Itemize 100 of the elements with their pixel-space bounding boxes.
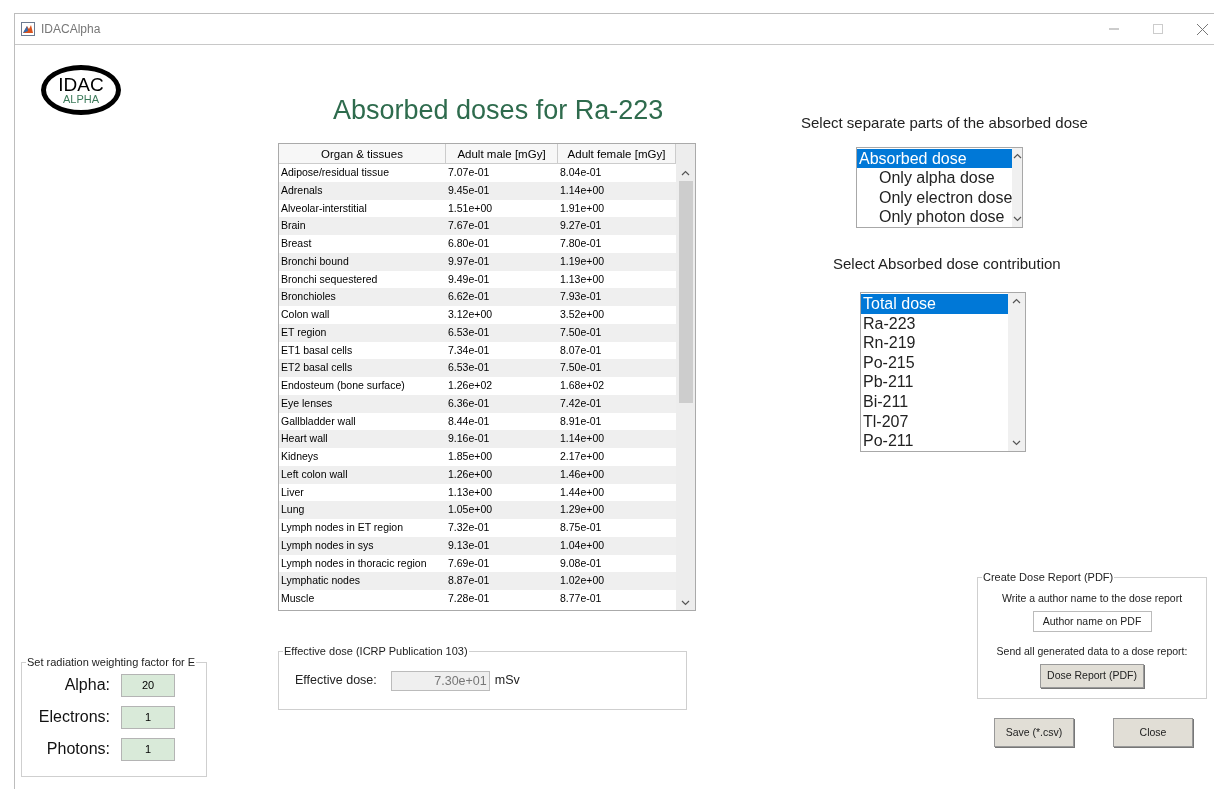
- app-icon: [21, 22, 35, 36]
- list-item[interactable]: Only electron dose: [857, 187, 1013, 208]
- scroll-down-icon[interactable]: [1012, 440, 1021, 446]
- list-box[interactable]: Absorbed dose Only alpha dose Only electron dose Only photon dose: [856, 146, 1023, 228]
- table-cell-text: 7.32e-01: [447, 520, 491, 535]
- table-cell-text: 2.17e+00: [559, 449, 606, 464]
- table-cell-text: Adipose/residual tissue: [280, 165, 390, 180]
- table-cell-text: Bronchi sequestered: [280, 271, 379, 287]
- list-item[interactable]: Tl-207: [861, 411, 1008, 432]
- table-cell-text: 1.13e+00: [559, 271, 606, 287]
- scrollbar[interactable]: [1008, 293, 1025, 451]
- list-box[interactable]: Total dose Ra-223 Rn-219 Po-215 Pb-211 Bi-211 Tl-207 Po-211: [860, 292, 1026, 452]
- table-cell-text: Eye lenses: [280, 395, 334, 411]
- field-label: Electrons:: [37, 707, 110, 727]
- scroll-up-icon[interactable]: [681, 170, 690, 176]
- list-item[interactable]: Po-215: [861, 352, 1008, 373]
- report-prompt: Send all generated data to a dose report:: [996, 643, 1188, 659]
- table-cell-text: 7.93e-01: [559, 289, 603, 305]
- list-item[interactable]: Rn-219: [861, 333, 1008, 353]
- table-cell-text: Lymph nodes in sys: [280, 537, 375, 553]
- table-cell-text: Lymphatic nodes: [280, 573, 361, 589]
- table-cell-text: 1.51e+00: [447, 200, 494, 216]
- table-cell-text: 1.02e+00: [559, 573, 606, 589]
- table-cell-text: 1.68e+02: [559, 378, 606, 393]
- table-cell-text: Kidneys: [280, 449, 320, 464]
- table-cell-text: 9.49e-01: [447, 271, 491, 287]
- table-cell-text: 1.91e+00: [559, 200, 606, 216]
- table-cell-text: Left colon wall: [280, 466, 349, 482]
- table-cell-text: 3.12e+00: [447, 307, 494, 322]
- scroll-up-icon[interactable]: [1012, 152, 1022, 159]
- dialog-button[interactable]: Close: [1113, 718, 1193, 747]
- table-cell-text: 7.34e-01: [447, 342, 491, 358]
- list-item[interactable]: Only alpha dose: [857, 168, 1013, 188]
- table-cell-text: 9.97e-01: [447, 253, 491, 269]
- table-cell-text: Breast: [280, 236, 313, 251]
- table-cell-text: ET region: [280, 324, 328, 340]
- table-cell-text: 7.67e-01: [447, 218, 491, 234]
- author-name-field[interactable]: Author name on PDF: [1032, 610, 1152, 632]
- table-cell-text: 9.27e-01: [559, 218, 603, 234]
- field-label: Effective dose:: [295, 672, 377, 690]
- list-item[interactable]: Ra-223: [861, 313, 1008, 334]
- field-label: Photons:: [45, 739, 110, 759]
- list-item[interactable]: Pb-211: [861, 372, 1008, 392]
- table-cell-text: 6.53e-01: [447, 360, 491, 376]
- weight-field[interactable]: 1: [121, 737, 175, 761]
- report-prompt: Write a author name to the dose report: [1001, 591, 1183, 606]
- list-item[interactable]: Total dose: [861, 294, 1008, 314]
- table-cell-text: 3.52e+00: [559, 307, 606, 322]
- weight-field[interactable]: 1: [121, 705, 175, 729]
- table-cell-text: 1.46e+00: [559, 466, 606, 482]
- table-cell-text: 1.19e+00: [559, 253, 606, 269]
- dialog-button[interactable]: Save (*.csv): [994, 718, 1074, 747]
- column-header[interactable]: Adult male [mGy]: [446, 144, 558, 163]
- table-cell-text: 8.44e-01: [447, 413, 491, 429]
- logo-subtext: ALPHA: [62, 94, 100, 105]
- page-heading: Absorbed doses for Ra-223: [333, 94, 665, 126]
- table-cell-text: 9.45e-01: [447, 182, 491, 198]
- table-cell-text: 7.28e-01: [447, 591, 491, 606]
- table-cell-text: Lymph nodes in thoracic region: [280, 555, 428, 571]
- scroll-thumb[interactable]: [678, 181, 693, 403]
- table-cell-text: 6.36e-01: [447, 395, 491, 411]
- table-cell-text: Bronchioles: [280, 289, 337, 305]
- list-item[interactable]: Bi-211: [861, 391, 1008, 412]
- scrollbar[interactable]: [1012, 147, 1022, 227]
- dose-report-button[interactable]: Dose Report (PDF): [1040, 663, 1144, 688]
- section-label: Select separate parts of the absorbed dose: [801, 113, 1089, 133]
- list-item[interactable]: Only photon dose: [857, 207, 1013, 227]
- weight-field[interactable]: 20: [121, 673, 175, 697]
- column-header[interactable]: Organ & tissues: [279, 144, 446, 163]
- table-cell-text: 1.29e+00: [559, 502, 606, 518]
- table-cell-text: 1.26e+02: [447, 378, 494, 393]
- table-cell-text: Colon wall: [280, 307, 331, 322]
- table-cell-text: 8.75e-01: [559, 520, 603, 535]
- scroll-down-icon[interactable]: [681, 600, 690, 606]
- table-cell-text: 1.04e+00: [559, 537, 606, 553]
- table-cell-text: 7.50e-01: [559, 324, 603, 340]
- table-cell-text: Endosteum (bone surface): [280, 378, 406, 393]
- scrollbar[interactable]: [676, 144, 695, 610]
- table-cell-text: Gallbladder wall: [280, 413, 357, 429]
- table-cell-text: Alveolar-interstitial: [280, 200, 368, 216]
- close-icon[interactable]: [1197, 23, 1208, 35]
- table-cell-text: 7.50e-01: [559, 360, 603, 376]
- table-cell-text: 1.13e+00: [447, 484, 494, 500]
- table-cell-text: 1.85e+00: [447, 449, 494, 464]
- table-cell-text: Liver: [280, 484, 305, 500]
- list-item[interactable]: Absorbed dose: [857, 148, 1013, 169]
- list-item[interactable]: Po-211: [861, 431, 1008, 451]
- table-cell-text: 1.14e+00: [559, 182, 606, 198]
- table-cell-text: 8.87e-01: [447, 573, 491, 589]
- table-cell-text: 1.05e+00: [447, 502, 494, 518]
- scroll-up-icon[interactable]: [1012, 298, 1021, 304]
- table-cell-text: Brain: [280, 218, 307, 234]
- table-cell-text: 7.07e-01: [447, 165, 491, 180]
- scroll-down-icon[interactable]: [1012, 215, 1022, 222]
- logo-text: IDAC: [58, 75, 104, 94]
- table-cell-text: 8.77e-01: [559, 591, 603, 606]
- field-label: Alpha:: [63, 675, 110, 695]
- table-cell-text: 6.62e-01: [447, 289, 491, 305]
- table-cell-text: 9.13e-01: [447, 537, 491, 553]
- table-cell-text: Lung: [280, 502, 306, 518]
